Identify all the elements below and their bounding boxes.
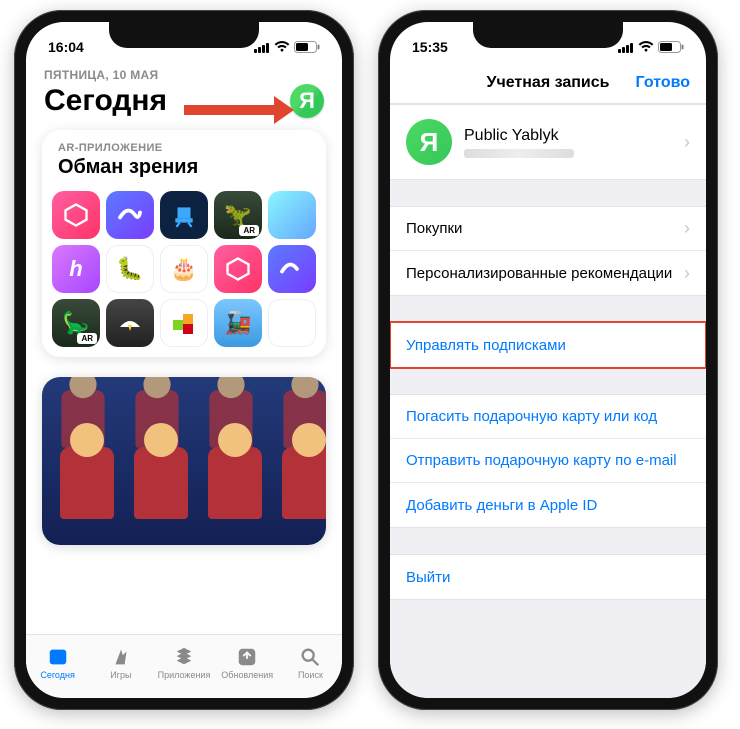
- annotation-arrow: [184, 96, 294, 120]
- app-icon[interactable]: [106, 299, 154, 347]
- app-icon[interactable]: [160, 191, 208, 239]
- status-time: 15:35: [412, 39, 448, 55]
- tab-bar: Сегодня Игры Приложения Обновления Поиск: [26, 634, 342, 698]
- status-indicators: [254, 41, 320, 53]
- avatar: Я: [406, 119, 452, 165]
- games-icon: [110, 646, 132, 668]
- story-banner[interactable]: [42, 377, 326, 545]
- screen-left: 16:04 ПЯТНИЦА, 10 МАЯ Сегодня Я: [26, 22, 342, 698]
- tab-today[interactable]: Сегодня: [26, 635, 89, 690]
- app-icon[interactable]: [268, 191, 316, 239]
- cellular-icon: [618, 42, 634, 53]
- row-manage-subscriptions[interactable]: Управлять подписками: [390, 323, 706, 367]
- wifi-icon: [638, 41, 654, 53]
- notch: [109, 22, 259, 48]
- profile-avatar-button[interactable]: Я: [290, 84, 324, 118]
- tab-apps[interactable]: Приложения: [152, 635, 215, 690]
- row-sign-out[interactable]: Выйти: [390, 555, 706, 599]
- apps-icon: [173, 646, 195, 668]
- status-indicators: [618, 41, 684, 53]
- featured-card[interactable]: AR-ПРИЛОЖЕНИЕ Обман зрения 🦖AR h 🐛 🎂 🦕AR…: [42, 130, 326, 357]
- row-add-funds[interactable]: Добавить деньги в Apple ID: [390, 483, 706, 527]
- app-icon[interactable]: [214, 245, 262, 293]
- chevron-right-icon: ›: [684, 263, 690, 284]
- row-personalized-recommendations[interactable]: Персонализированные рекомендации ›: [390, 251, 706, 295]
- date-label: ПЯТНИЦА, 10 МАЯ: [44, 68, 324, 82]
- row-send-gift[interactable]: Отправить подарочную карту по e-mail: [390, 439, 706, 483]
- app-icon[interactable]: 🐛: [106, 245, 154, 293]
- today-icon: [47, 646, 69, 668]
- app-icon[interactable]: 🚂: [214, 299, 262, 347]
- page-title: Сегодня: [44, 84, 167, 118]
- group-gift: Погасить подарочную карту или код Отправ…: [390, 394, 706, 528]
- app-icon[interactable]: [268, 245, 316, 293]
- app-grid: 🦖AR h 🐛 🎂 🦕AR 🚂: [42, 185, 326, 357]
- card-title: Обман зрения: [58, 156, 310, 179]
- cellular-icon: [254, 42, 270, 53]
- today-header: ПЯТНИЦА, 10 МАЯ Сегодня Я: [26, 62, 342, 122]
- wifi-icon: [274, 41, 290, 53]
- done-button[interactable]: Готово: [636, 74, 690, 92]
- chevron-right-icon: ›: [684, 132, 690, 153]
- notch: [473, 22, 623, 48]
- screen-right: 15:35 Учетная запись Готово Я: [390, 22, 706, 698]
- account-list: Я Public Yablyk › Покупки › Персонализир…: [390, 104, 706, 698]
- group-profile: Я Public Yablyk ›: [390, 104, 706, 180]
- profile-subtext-redacted: [464, 149, 574, 158]
- battery-icon: [294, 41, 320, 53]
- nav-title: Учетная запись: [487, 74, 610, 92]
- tab-games[interactable]: Игры: [89, 635, 152, 690]
- app-icon[interactable]: [106, 191, 154, 239]
- tab-search[interactable]: Поиск: [279, 635, 342, 690]
- phone-left: 16:04 ПЯТНИЦА, 10 МАЯ Сегодня Я: [14, 10, 354, 710]
- app-icon[interactable]: [160, 299, 208, 347]
- group-signout: Выйти: [390, 554, 706, 600]
- group-subscriptions: Управлять подписками: [390, 322, 706, 368]
- row-redeem-gift[interactable]: Погасить подарочную карту или код: [390, 395, 706, 439]
- row-purchases[interactable]: Покупки ›: [390, 207, 706, 251]
- app-icon[interactable]: [268, 299, 316, 347]
- card-tag: AR-ПРИЛОЖЕНИЕ: [58, 142, 310, 154]
- app-icon[interactable]: h: [52, 245, 100, 293]
- status-time: 16:04: [48, 39, 84, 55]
- updates-icon: [236, 646, 258, 668]
- profile-row[interactable]: Я Public Yablyk ›: [390, 105, 706, 179]
- group-settings: Покупки › Персонализированные рекомендац…: [390, 206, 706, 296]
- phone-right: 15:35 Учетная запись Готово Я: [378, 10, 718, 710]
- tab-updates[interactable]: Обновления: [216, 635, 279, 690]
- search-icon: [299, 646, 321, 668]
- navbar: Учетная запись Готово: [390, 62, 706, 104]
- app-icon[interactable]: 🎂: [160, 245, 208, 293]
- app-icon[interactable]: 🦕AR: [52, 299, 100, 347]
- chevron-right-icon: ›: [684, 218, 690, 239]
- battery-icon: [658, 41, 684, 53]
- app-icon[interactable]: [52, 191, 100, 239]
- app-icon[interactable]: 🦖AR: [214, 191, 262, 239]
- profile-name: Public Yablyk: [464, 127, 672, 145]
